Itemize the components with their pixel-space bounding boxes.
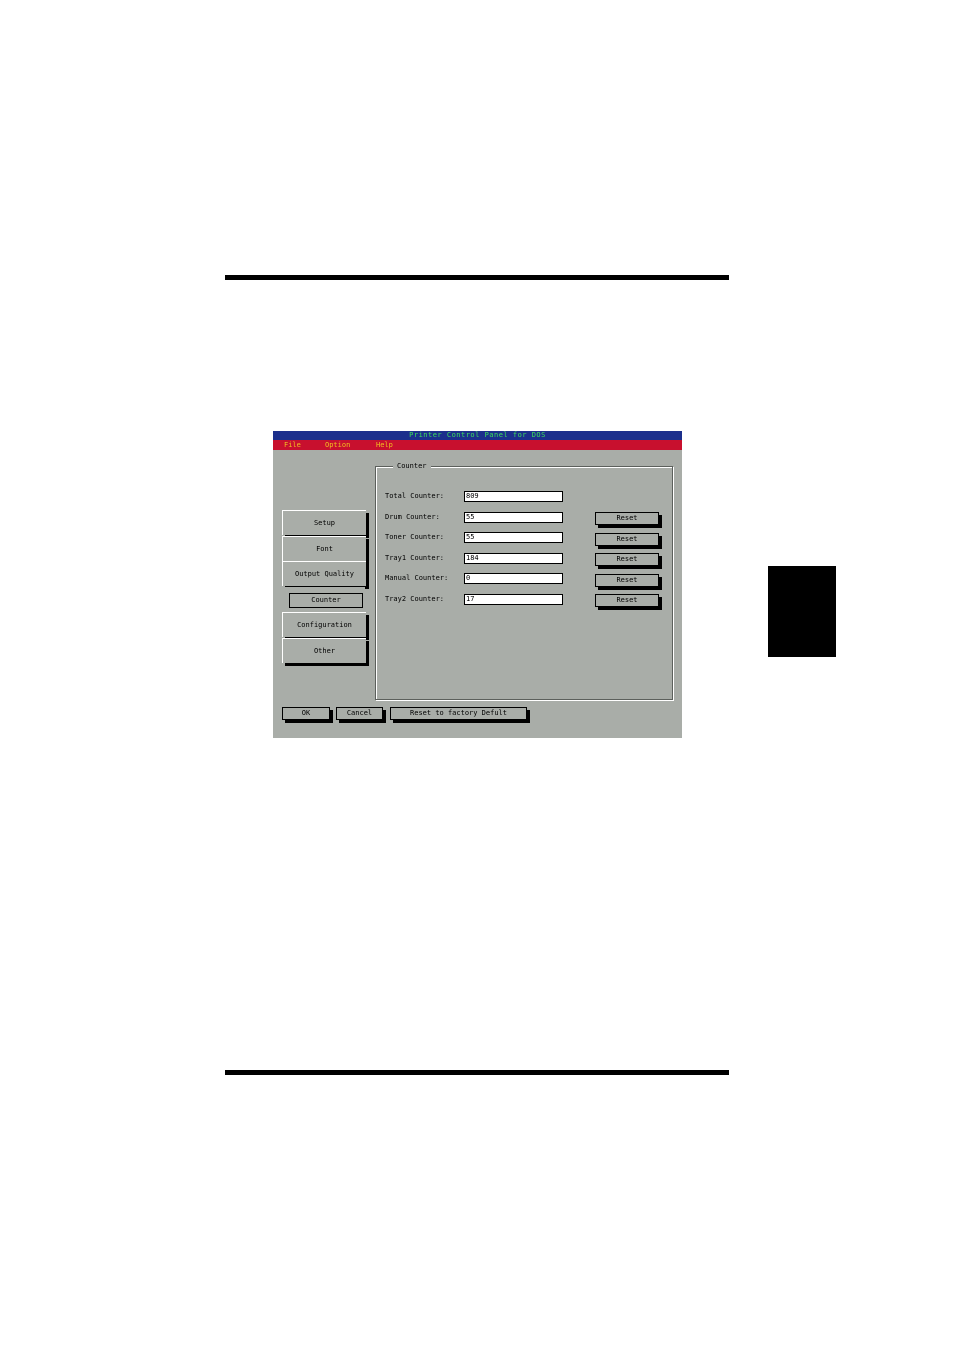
tray1-counter-field[interactable]: 184 [464,553,563,564]
nav-configuration[interactable]: Configuration [282,612,366,637]
window-title: Printer Control Panel for DOS [273,431,682,440]
ok-button[interactable]: OK [282,707,330,720]
cancel-button[interactable]: Cancel [336,707,383,720]
bottom-rule [225,1070,729,1075]
menu-file[interactable]: File [284,440,301,450]
top-rule [225,275,729,280]
toner-counter-label: Toner Counter: [385,533,445,541]
nav-counter[interactable]: Counter [282,587,365,611]
drum-counter-label: Drum Counter: [385,513,440,521]
tray2-counter-field[interactable]: 17 [464,594,563,605]
manual-counter-field[interactable]: 0 [464,573,563,584]
nav-setup[interactable]: Setup [282,510,366,535]
nav-counter-label: Counter [289,593,363,608]
tray1-reset-button[interactable]: Reset [595,553,659,566]
drum-reset-button[interactable]: Reset [595,512,659,525]
nav-other[interactable]: Other [282,638,366,663]
total-counter-field[interactable]: 809 [464,491,563,502]
total-counter-label: Total Counter: [385,492,445,500]
manual-reset-button[interactable]: Reset [595,574,659,587]
toner-reset-button[interactable]: Reset [595,533,659,546]
printer-control-panel-window: Printer Control Panel for DOS File Optio… [273,431,682,738]
menu-option[interactable]: Option [325,440,350,450]
tray2-counter-label: Tray2 Counter: [385,595,445,603]
manual-counter-label: Manual Counter: [385,574,449,582]
reset-factory-default-button[interactable]: Reset to factory Defult [390,707,527,720]
drum-counter-field[interactable]: 55 [464,512,563,523]
counter-group-title: Counter [393,462,431,471]
tray2-reset-button[interactable]: Reset [595,594,659,607]
toner-counter-field[interactable]: 55 [464,532,563,543]
chapter-tab [768,566,836,657]
tray1-counter-label: Tray1 Counter: [385,554,445,562]
menu-bar: File Option Help [273,440,682,450]
nav-font[interactable]: Font [282,536,366,561]
nav-output-quality[interactable]: Output Quality [282,561,366,586]
menu-help[interactable]: Help [376,440,393,450]
